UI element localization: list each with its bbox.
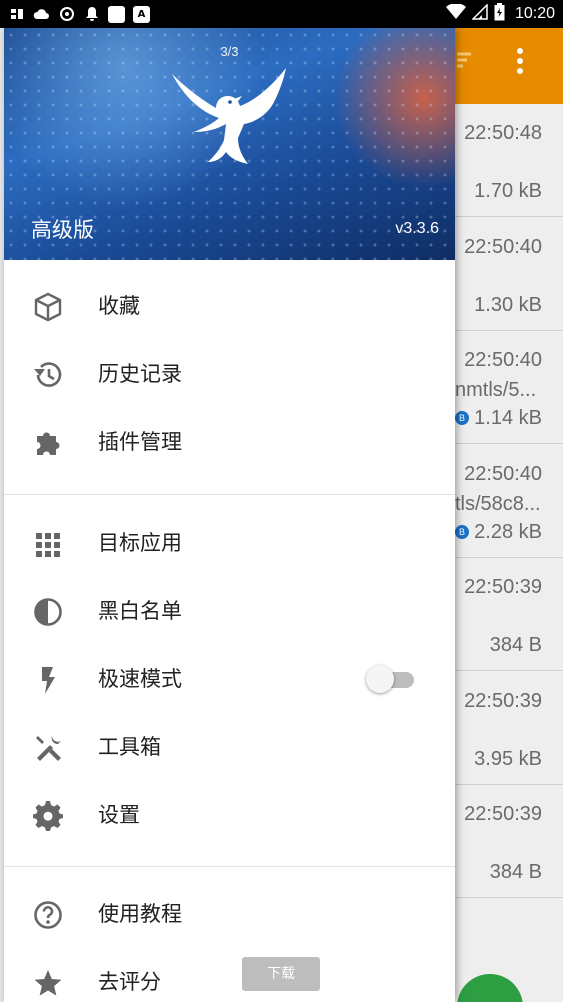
signal-icon — [471, 3, 488, 24]
help-icon — [34, 901, 62, 929]
drawer-header: 3/3 高级版 v3.3.6 — [4, 28, 455, 260]
menu-label: 插件管理 — [98, 430, 182, 454]
response-size: 2.28 kB — [474, 520, 542, 543]
toggle-thumb — [366, 665, 394, 693]
menu-item-black-white-list[interactable]: 黑白名单 — [4, 577, 455, 645]
history-icon — [34, 362, 62, 387]
bell-icon — [83, 6, 100, 23]
menu-label: 设置 — [98, 803, 140, 827]
background-list-row[interactable]: 22:50:40 1.30 kB — [455, 218, 563, 331]
star-icon — [34, 970, 62, 996]
menu-item-favorites[interactable]: 收藏 — [4, 272, 455, 340]
menu-item-target-apps[interactable]: 目标应用 — [4, 509, 455, 577]
request-badge: B — [455, 524, 469, 539]
request-path: nmtls/5... — [455, 379, 537, 401]
puzzle-icon — [37, 432, 60, 455]
response-size: 1.30 kB — [474, 293, 542, 316]
request-badge: B — [455, 411, 469, 425]
response-size: 3.95 kB — [474, 747, 542, 770]
contrast-icon — [34, 598, 62, 626]
request-time: 22:50:40 — [464, 235, 542, 258]
battery-icon — [494, 3, 505, 25]
app-icon — [8, 6, 25, 23]
background-list-row[interactable]: 22:50:39 3.95 kB — [455, 672, 563, 785]
menu-label: 黑白名单 — [98, 599, 182, 623]
menu-label: 使用教程 — [98, 902, 182, 926]
menu-item-toolbox[interactable]: 工具箱 — [4, 713, 455, 781]
menu-item-settings[interactable]: 设置 — [4, 781, 455, 849]
square-icon — [108, 5, 125, 23]
response-size: 384 B — [489, 634, 542, 656]
background-list-row[interactable]: 22:50:48 1.70 kB — [455, 104, 563, 217]
response-size: 1.70 kB — [474, 180, 542, 202]
header-counter: 3/3 — [220, 44, 239, 59]
menu-label: 工具箱 — [98, 735, 161, 759]
apps-grid-icon — [36, 533, 60, 557]
request-time: 22:50:40 — [464, 462, 542, 485]
gear-icon — [33, 801, 63, 831]
menu-item-tutorial[interactable]: 使用教程 — [4, 880, 455, 948]
cloud-icon — [33, 6, 50, 23]
flash-icon — [42, 667, 55, 694]
menu-label: 目标应用 — [98, 531, 182, 555]
background-toolbar — [455, 28, 563, 104]
background-list-row[interactable]: 22:50:40 nmtls/5... B 1.14 kB — [455, 331, 563, 444]
eagle-logo-icon — [172, 68, 286, 164]
menu-label: 收藏 — [98, 294, 140, 318]
edition-label: 高级版 — [31, 218, 94, 242]
menu-label: 极速模式 — [98, 667, 182, 691]
clock: 10:20 — [514, 5, 555, 22]
request-time: 22:50:39 — [464, 689, 542, 712]
section-divider — [4, 494, 455, 495]
request-time: 22:50:40 — [464, 349, 542, 371]
request-time: 22:50:39 — [464, 803, 542, 825]
menu-item-plugins[interactable]: 插件管理 — [4, 408, 455, 476]
request-time: 22:50:39 — [464, 576, 542, 598]
cube-icon — [34, 292, 62, 322]
response-size: 384 B — [489, 861, 542, 883]
menu-label: 去评分 — [98, 970, 161, 994]
target-icon — [58, 6, 75, 23]
sort-icon — [457, 52, 471, 68]
menu-label: 历史记录 — [98, 362, 182, 386]
request-path: tls/58c8... — [455, 492, 541, 515]
tools-icon — [36, 736, 61, 761]
a-icon: A — [133, 5, 150, 23]
wifi-icon — [445, 3, 466, 24]
section-divider — [4, 866, 455, 867]
response-size: 1.14 kB — [474, 407, 542, 429]
toast-message: 下载 — [242, 957, 320, 991]
request-time: 22:50:48 — [464, 122, 542, 144]
more-vert-icon — [517, 48, 523, 74]
speed-mode-toggle[interactable] — [366, 664, 416, 694]
background-request-list: 22:50:48 1.70 kB 22:50:40 1.30 kB 22:50:40 nm… — [455, 104, 563, 1002]
menu-item-history[interactable]: 历史记录 — [4, 340, 455, 408]
menu-item-speed-mode[interactable]: 极速模式 — [4, 645, 455, 713]
background-list-row[interactable]: 22:50:39 384 B — [455, 785, 563, 898]
menu-item-rate[interactable]: 去评分 — [4, 948, 455, 1002]
version-label: v3.3.6 — [395, 220, 439, 237]
status-bar: A 10:20 — [0, 0, 563, 28]
background-list-row[interactable]: 22:50:40 tls/58c8... B 2.28 kB — [455, 445, 563, 558]
navigation-drawer: 3/3 高级版 v3.3.6 收藏 历史记录 插件管理 目标应用 黑白名单 极速… — [4, 28, 455, 1002]
background-list-row[interactable]: 22:50:39 384 B — [455, 558, 563, 671]
